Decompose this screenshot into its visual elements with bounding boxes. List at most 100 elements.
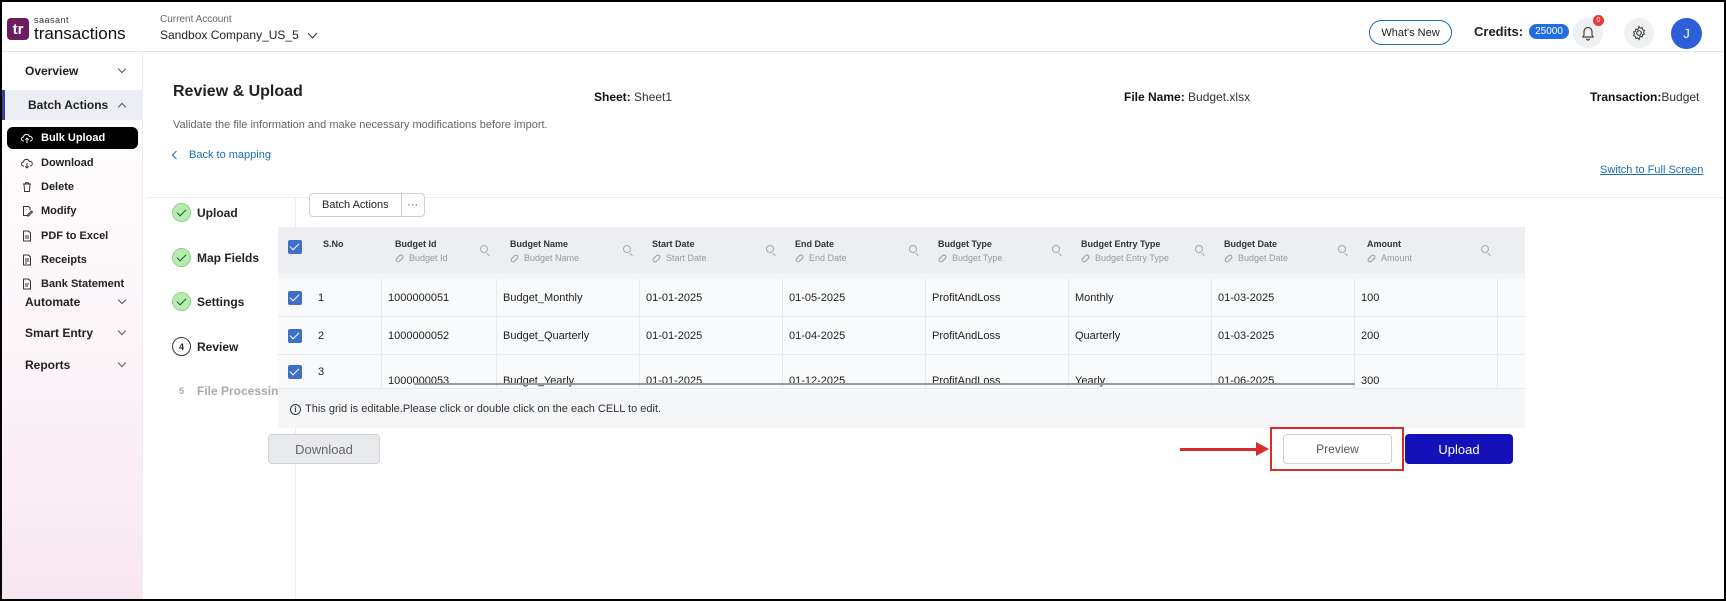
step-settings: Settings [172,292,244,311]
avatar[interactable]: J [1671,18,1702,49]
back-to-mapping-link[interactable]: Back to mapping [171,149,271,161]
sidebar-item-delete[interactable]: Delete [7,176,138,198]
horizontal-scrollbar[interactable] [414,383,1355,385]
column-header-sno[interactable]: S.No [323,227,344,273]
link-icon [509,253,520,263]
top-bar: tr saasant transactions Current Account … [2,2,1724,52]
sidebar-item-receipts[interactable]: Receipts [7,249,138,271]
step-number: 5 [178,385,184,396]
step-label: File Processing [197,383,286,398]
cell-end-date[interactable]: 01-05-2025 [783,279,926,317]
column-subtitle: Budget Entry Type [1095,253,1169,263]
cell-sno[interactable]: 3 [312,355,382,389]
column-subtitle: Start Date [666,253,707,263]
chevron-up-icon [117,102,127,111]
account-label: Current Account [160,14,232,25]
chevron-left-icon [171,150,181,160]
cell-budget-type[interactable]: ProfitAndLoss [926,317,1069,355]
cell-sno[interactable]: 2 [312,317,382,355]
sidebar-item-batch-actions[interactable]: Batch Actions [2,90,143,120]
column-subtitle: Amount [1381,253,1413,263]
cell-sno[interactable]: 1 [312,279,382,317]
cell-budget-id[interactable]: 1000000052 [382,317,497,355]
sidebar-item-overview[interactable]: Overview [2,57,143,85]
search-icon[interactable] [909,245,917,253]
cell-budget-entry-type[interactable]: Quarterly [1069,317,1212,355]
select-all-checkbox[interactable] [288,240,302,254]
check-icon [172,203,191,222]
gear-icon [1632,25,1646,41]
brand-logo[interactable]: tr saasant transactions [7,16,126,42]
column-subtitle: Budget Type [952,253,1003,263]
sidebar-item-label: Overview [25,64,79,78]
search-icon[interactable] [480,245,488,253]
credits-label: Credits: [1474,24,1524,39]
full-screen-link[interactable]: Switch to Full Screen [1600,164,1703,176]
step-label: Settings [197,294,245,309]
sidebar-item-label: Download [41,157,94,169]
download-button[interactable]: Download [268,434,380,464]
search-icon[interactable] [766,245,774,253]
cell-budget-name[interactable]: Budget_Monthly [497,279,640,317]
annotation-arrow-head [1256,442,1269,456]
transaction-info: Transaction:Budget [1590,90,1699,104]
row-checkbox[interactable] [288,365,302,379]
search-icon[interactable] [1481,245,1489,253]
grid-note-text: This grid is editable.Please click or do… [305,403,662,415]
cell-budget-name[interactable]: Budget_Quarterly [497,317,640,355]
more-options-button[interactable]: ··· [402,194,424,216]
step-label: Upload [197,205,238,220]
cell-budget-entry-type[interactable]: Monthly [1069,279,1212,317]
credits-badge: 25000 [1529,24,1569,39]
sidebar-item-automate[interactable]: Automate [2,288,143,316]
cell-start-date[interactable]: 01-01-2025 [640,279,783,317]
cell-amount[interactable]: 200 [1355,317,1498,355]
search-icon[interactable] [1338,245,1346,253]
row-checkbox[interactable] [288,291,302,305]
cell-budget-date[interactable]: 01-03-2025 [1212,279,1355,317]
link-icon [1223,253,1234,263]
batch-actions-button[interactable]: Batch Actions [310,194,402,216]
link-icon [1080,253,1091,263]
file-value: Budget.xlsx [1188,90,1251,104]
check-icon [172,292,191,311]
cell-amount[interactable]: 300 [1355,355,1498,389]
sidebar-item-download[interactable]: Download [7,152,138,174]
preview-button[interactable]: Preview [1283,434,1392,464]
receipt-icon [21,254,33,266]
chevron-down-icon [117,358,127,368]
settings-button[interactable] [1624,18,1654,48]
edit-file-icon [21,205,33,217]
sidebar-item-reports[interactable]: Reports [2,351,143,379]
notifications-button[interactable]: 0 [1573,15,1604,48]
account-switcher[interactable]: Current Account Sandbox Company_US_5 [160,14,318,42]
main-content: Review & Upload Sheet: Sheet1 File Name:… [144,53,1724,599]
step-review: 4 Review [172,337,238,356]
search-icon[interactable] [1195,245,1203,253]
credits: Credits: 25000 [1474,24,1569,39]
cell-amount[interactable]: 100 [1355,279,1498,317]
cell-budget-type[interactable]: ProfitAndLoss [926,279,1069,317]
upload-button[interactable]: Upload [1405,434,1513,464]
cell-budget-date[interactable]: 01-03-2025 [1212,317,1355,355]
cell-budget-id[interactable]: 1000000051 [382,279,497,317]
column-subtitle: Budget Id [409,253,448,263]
row-checkbox[interactable] [288,329,302,343]
step-number: 4 [172,337,191,356]
sidebar-item-modify[interactable]: Modify [7,200,138,222]
cell-end-date[interactable]: 01-04-2025 [783,317,926,355]
cloud-upload-icon [21,132,33,144]
search-icon[interactable] [1052,245,1060,253]
sidebar-item-bulk-upload[interactable]: Bulk Upload [7,127,138,149]
transaction-value: Budget [1661,90,1700,104]
file-info: File Name: Budget.xlsx [1124,90,1250,104]
step-label: Map Fields [197,250,260,265]
table-row: 2 1000000052 Budget_Quarterly 01-01-2025… [278,317,1525,355]
sidebar-item-pdf-to-excel[interactable]: PDF to Excel [7,225,138,247]
sidebar-item-smart-entry[interactable]: Smart Entry [2,319,143,347]
search-icon[interactable] [623,245,631,253]
whats-new-button[interactable]: What's New [1369,20,1452,45]
cell-start-date[interactable]: 01-01-2025 [640,317,783,355]
page-title: Review & Upload [173,83,303,100]
sidebar-item-label: Automate [25,295,81,309]
